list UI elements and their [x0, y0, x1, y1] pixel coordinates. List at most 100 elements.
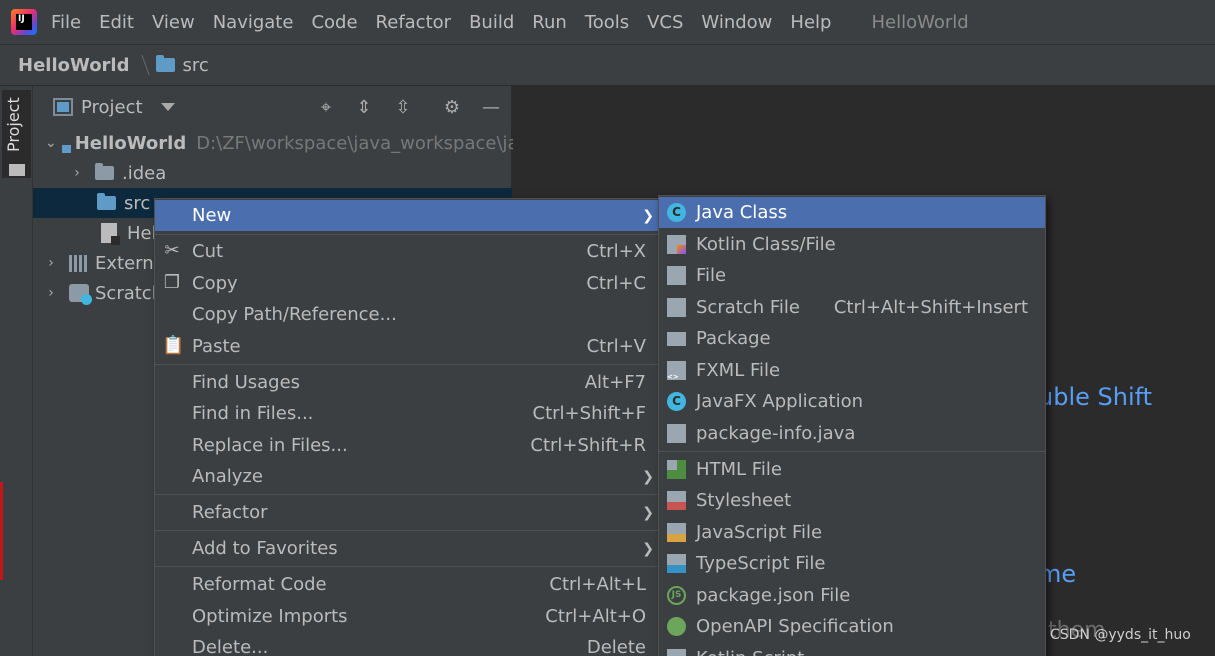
tree-path: D:\ZF\workspace\java_workspace\ja	[196, 132, 519, 154]
breadcrumb-src[interactable]: src	[183, 55, 209, 76]
css-file-icon	[667, 491, 686, 510]
tree-label: .idea	[122, 162, 167, 184]
submenu-item-label: TypeScript File	[696, 553, 826, 574]
menu-item-shortcut: Ctrl+X	[586, 241, 646, 262]
menu-item-label: Optimize Imports	[192, 606, 348, 627]
menu-item-label: Add to Favorites	[192, 538, 338, 559]
minimize-icon[interactable]: —	[480, 97, 502, 119]
menu-item-label: Copy	[192, 273, 238, 294]
tree-row-idea[interactable]: › .idea	[33, 158, 512, 188]
menu-item-label: Find in Files...	[192, 403, 314, 424]
scratch-file-icon	[667, 298, 686, 317]
submenu-item-label: Kotlin Script	[696, 648, 804, 656]
menu-separator	[155, 566, 658, 567]
submenu-item-label: Package	[696, 328, 771, 349]
submenu-item-javascript-file[interactable]: JavaScript File	[659, 517, 1045, 548]
submenu-item-stylesheet[interactable]: Stylesheet	[659, 485, 1045, 516]
submenu-item-label: Scratch File	[696, 297, 800, 318]
menu-view[interactable]: View	[152, 12, 195, 33]
kotlin-script-icon	[667, 649, 686, 656]
menu-item-shortcut: Ctrl+V	[586, 336, 646, 357]
project-panel-title[interactable]: Project	[81, 97, 143, 118]
chevron-down-icon[interactable]: ⌄	[45, 135, 57, 151]
file-icon	[101, 223, 120, 245]
locate-icon[interactable]: ⌖	[315, 97, 337, 119]
menu-item-label: Replace in Files...	[192, 435, 348, 456]
chevron-right-icon[interactable]: ›	[45, 255, 57, 271]
chevron-right-icon[interactable]: ›	[45, 285, 57, 301]
submenu-item-openapi[interactable]: OpenAPI Specification	[659, 611, 1045, 642]
tree-row-helloworld[interactable]: ⌄ HelloWorld D:\ZF\workspace\java_worksp…	[33, 128, 519, 158]
submenu-item-package-info[interactable]: package-info.java	[659, 418, 1045, 449]
menu-item-delete[interactable]: Delete... Delete	[155, 632, 658, 656]
menu-item-paste[interactable]: 📋 Paste Ctrl+V	[155, 331, 658, 362]
menu-refactor[interactable]: Refactor	[376, 12, 452, 33]
menu-item-find-in-files[interactable]: Find in Files... Ctrl+Shift+F	[155, 398, 658, 429]
menu-tools[interactable]: Tools	[585, 12, 629, 33]
breadcrumb-project[interactable]: HelloWorld	[18, 55, 130, 76]
typescript-file-icon	[667, 554, 686, 573]
menu-item-optimize-imports[interactable]: Optimize Imports Ctrl+Alt+O	[155, 601, 658, 632]
html-file-icon	[667, 460, 686, 479]
menu-separator	[155, 234, 658, 235]
source-folder-icon	[97, 193, 116, 210]
java-file-icon	[667, 424, 686, 443]
menu-item-reformat-code[interactable]: Reformat Code Ctrl+Alt+L	[155, 569, 658, 600]
submenu-item-kotlin-script[interactable]: Kotlin Script	[659, 643, 1045, 656]
submenu-item-label: JavaScript File	[696, 522, 823, 543]
project-tool-label: Project	[4, 97, 23, 152]
scratches-icon	[69, 284, 92, 305]
tree-label: Hel	[127, 222, 157, 244]
menu-window[interactable]: Window	[701, 12, 772, 33]
menu-item-analyze[interactable]: Analyze ❯	[155, 461, 658, 492]
menu-item-new[interactable]: New ❯	[155, 200, 658, 231]
menu-item-shortcut: Ctrl+Alt+O	[545, 606, 646, 627]
menu-build[interactable]: Build	[469, 12, 514, 33]
package-icon	[667, 332, 686, 346]
gear-icon[interactable]: ⚙	[441, 97, 463, 119]
menu-navigate[interactable]: Navigate	[213, 12, 294, 33]
nodejs-icon: JS	[667, 586, 686, 605]
menu-file[interactable]: File	[51, 12, 81, 33]
submenu-item-kotlin-class[interactable]: Kotlin Class/File	[659, 229, 1045, 260]
menu-item-cut[interactable]: ✂ Cut Ctrl+X	[155, 236, 658, 267]
menu-item-replace-in-files[interactable]: Replace in Files... Ctrl+Shift+R	[155, 430, 658, 461]
menu-run[interactable]: Run	[532, 12, 567, 33]
intellij-logo-icon	[11, 9, 37, 35]
menu-edit[interactable]: Edit	[99, 12, 134, 33]
submenu-item-file[interactable]: File	[659, 260, 1045, 291]
library-icon	[69, 254, 89, 272]
submenu-item-scratch-file[interactable]: Scratch File Ctrl+Alt+Shift+Insert	[659, 292, 1045, 323]
menu-item-find-usages[interactable]: Find Usages Alt+F7	[155, 367, 658, 398]
submenu-item-package-json[interactable]: JS package.json File	[659, 580, 1045, 611]
expand-all-icon[interactable]: ⇕	[353, 97, 375, 119]
menu-help[interactable]: Help	[790, 12, 831, 33]
menu-item-label: Copy Path/Reference...	[192, 304, 397, 325]
submenu-item-html-file[interactable]: HTML File	[659, 454, 1045, 485]
copy-icon: ❐	[163, 272, 181, 293]
menu-item-copy[interactable]: ❐ Copy Ctrl+C	[155, 268, 658, 299]
javascript-file-icon	[667, 523, 686, 542]
submenu-item-label: FXML File	[696, 360, 781, 381]
menu-item-label: Paste	[192, 336, 241, 357]
file-icon	[667, 266, 686, 285]
submenu-item-package[interactable]: Package	[659, 323, 1045, 354]
menu-item-label: Delete...	[192, 637, 269, 656]
chevron-right-icon[interactable]: ›	[71, 165, 83, 181]
menu-item-add-to-favorites[interactable]: Add to Favorites ❯	[155, 533, 658, 564]
submenu-item-label: OpenAPI Specification	[696, 616, 894, 637]
menu-code[interactable]: Code	[311, 12, 357, 33]
chevron-down-icon[interactable]	[160, 103, 175, 111]
submenu-item-fxml-file[interactable]: FXML File	[659, 355, 1045, 386]
menu-item-label: Analyze	[192, 466, 263, 487]
menu-item-copy-path[interactable]: Copy Path/Reference...	[155, 299, 658, 330]
submenu-item-java-class[interactable]: C Java Class	[659, 197, 1045, 228]
menu-item-refactor[interactable]: Refactor ❯	[155, 497, 658, 528]
folder-icon	[9, 164, 25, 176]
submenu-item-javafx-application[interactable]: C JavaFX Application	[659, 386, 1045, 417]
menu-separator	[155, 494, 658, 495]
submenu-item-typescript-file[interactable]: TypeScript File	[659, 548, 1045, 579]
submenu-item-label: File	[696, 265, 727, 286]
collapse-all-icon[interactable]: ⇳	[392, 97, 414, 119]
menu-vcs[interactable]: VCS	[647, 12, 683, 33]
